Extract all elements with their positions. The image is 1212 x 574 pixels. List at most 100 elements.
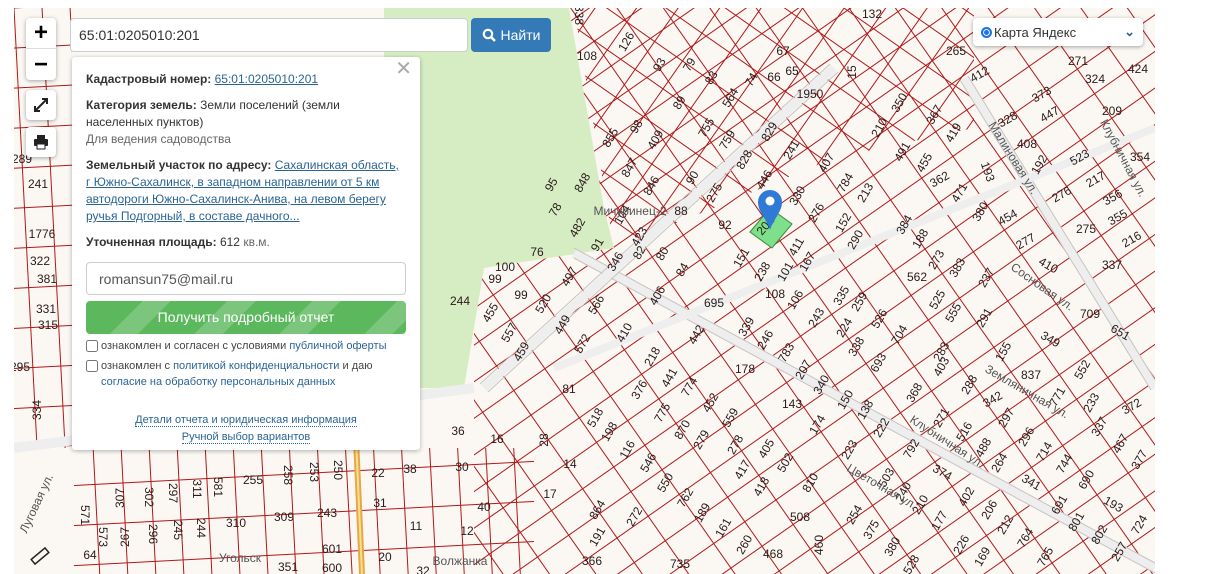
parcel-number[interactable]: 99 bbox=[514, 288, 528, 302]
parcel-number[interactable]: 88 bbox=[674, 204, 688, 218]
parcel-number[interactable]: 600 bbox=[322, 561, 342, 574]
parcel-number[interactable]: 265 bbox=[946, 44, 966, 58]
parcel-number[interactable]: 1776 bbox=[29, 227, 56, 241]
chevron-down-icon: ⌄ bbox=[1124, 24, 1135, 39]
parcel-number[interactable]: 16 bbox=[490, 432, 504, 446]
parcel-number[interactable]: 331 bbox=[36, 302, 56, 316]
parcel-number[interactable]: 735 bbox=[670, 557, 690, 571]
privacy-policy-link[interactable]: политикой конфиденциальности bbox=[173, 360, 339, 372]
report-details-link[interactable]: Детали отчета и юридическая информация bbox=[135, 414, 357, 427]
parcel-number[interactable]: 315 bbox=[38, 318, 58, 332]
parcel-number[interactable]: 253 bbox=[307, 462, 321, 482]
parcel-number[interactable]: 310 bbox=[226, 516, 246, 530]
map-layer-selector[interactable]: Карта Яндекс ⌄ bbox=[973, 18, 1143, 46]
parcel-number[interactable]: 31 bbox=[373, 496, 387, 510]
parcel-number[interactable]: 108 bbox=[577, 49, 597, 63]
parcel-number[interactable]: 241 bbox=[28, 177, 48, 191]
parcel-number[interactable]: 66 bbox=[767, 70, 781, 84]
parcel-number[interactable]: 324 bbox=[1085, 72, 1105, 86]
print-button[interactable] bbox=[26, 127, 56, 157]
find-button[interactable]: Найти bbox=[471, 18, 551, 52]
parcel-number[interactable]: 99 bbox=[488, 272, 502, 286]
parcel-number[interactable]: 17 bbox=[543, 487, 557, 501]
parcel-number[interactable]: 244 bbox=[194, 518, 208, 538]
parcel-number[interactable]: 11 bbox=[410, 519, 423, 533]
parcel-number[interactable]: 307 bbox=[113, 488, 127, 508]
zoom-in-button[interactable]: + bbox=[26, 18, 56, 49]
parcel-number[interactable]: 275 bbox=[1076, 222, 1096, 236]
email-field[interactable] bbox=[86, 262, 406, 295]
parcel-number[interactable]: 571 bbox=[78, 505, 92, 525]
parcel-number[interactable]: 309 bbox=[274, 510, 294, 524]
parcel-number[interactable]: 67 bbox=[776, 44, 790, 58]
parcel-number[interactable]: 76 bbox=[530, 245, 544, 259]
parcel-number[interactable]: 311 bbox=[190, 479, 204, 498]
parcel-number[interactable]: 36 bbox=[451, 424, 465, 438]
parcel-number[interactable]: 250 bbox=[331, 460, 345, 480]
offer-link[interactable]: публичной оферты bbox=[289, 340, 386, 352]
parcel-number[interactable]: 709 bbox=[1080, 307, 1100, 321]
parcel-number[interactable]: 243 bbox=[317, 506, 337, 520]
parcel-number[interactable]: 581 bbox=[211, 477, 225, 497]
cadastral-search-input[interactable] bbox=[70, 18, 468, 52]
parcel-number[interactable]: 22 bbox=[371, 466, 385, 480]
parcel-number[interactable]: 338 bbox=[572, 8, 586, 25]
parcel-number[interactable]: 1950 bbox=[797, 87, 824, 101]
parcel-number[interactable]: 209 bbox=[1102, 104, 1122, 118]
parcel-number[interactable]: 20 bbox=[378, 550, 392, 564]
parcel-number[interactable]: 424 bbox=[1128, 62, 1148, 76]
parcel-number[interactable]: 14 bbox=[563, 457, 577, 471]
parcel-number[interactable]: 143 bbox=[782, 397, 802, 411]
offer-checkbox[interactable] bbox=[86, 340, 98, 352]
parcel-number[interactable]: 244 bbox=[450, 294, 470, 308]
parcel-number[interactable]: 297 bbox=[166, 483, 180, 503]
parcel-number[interactable]: 81 bbox=[562, 382, 576, 396]
parcel-number[interactable]: 38 bbox=[403, 462, 417, 476]
personal-data-link[interactable]: согласие на обработку персональных данны… bbox=[101, 376, 335, 388]
parcel-number[interactable]: 334 bbox=[30, 400, 44, 420]
parcel-number[interactable]: 468 bbox=[763, 547, 783, 561]
parcel-number[interactable]: 460 bbox=[812, 535, 826, 555]
parcel-number[interactable]: 302 bbox=[142, 487, 156, 507]
parcel-number[interactable]: 258 bbox=[281, 465, 295, 485]
parcel-number[interactable]: 573 bbox=[96, 527, 110, 547]
parcel-number[interactable]: 12 bbox=[460, 524, 474, 538]
manual-selection-link[interactable]: Ручной выбор вариантов bbox=[181, 431, 311, 444]
parcel-number[interactable]: 15 bbox=[845, 65, 859, 79]
parcel-number[interactable]: 40 bbox=[477, 500, 491, 514]
parcel-number[interactable]: 108 bbox=[765, 287, 785, 301]
parcel-number[interactable]: 837 bbox=[1021, 368, 1041, 382]
parcel-number[interactable]: 255 bbox=[243, 473, 263, 487]
parcel-number[interactable]: 64 bbox=[83, 548, 97, 562]
ruler-icon[interactable] bbox=[30, 546, 50, 566]
parcel-number[interactable]: 267 bbox=[118, 527, 132, 547]
parcel-number[interactable]: 32 bbox=[416, 564, 430, 574]
parcel-number[interactable]: 178 bbox=[735, 362, 755, 376]
parcel-number[interactable]: 92 bbox=[718, 218, 732, 232]
fullscreen-button[interactable] bbox=[26, 90, 56, 120]
parcel-number[interactable]: 295 bbox=[14, 360, 30, 374]
get-report-button[interactable]: Получить подробный отчет bbox=[86, 301, 406, 334]
parcel-number[interactable]: 322 bbox=[30, 254, 50, 268]
parcel-number[interactable]: 695 bbox=[704, 296, 724, 310]
parcel-number[interactable]: 271 bbox=[1068, 54, 1088, 68]
parcel-number[interactable]: 562 bbox=[907, 270, 927, 284]
parcel-number[interactable]: 351 bbox=[278, 560, 298, 574]
parcel-number[interactable]: 296 bbox=[146, 524, 160, 544]
parcel-number[interactable]: 508 bbox=[790, 510, 810, 524]
parcel-number[interactable]: 132 bbox=[862, 8, 882, 21]
parcel-number[interactable]: 30 bbox=[455, 460, 469, 474]
parcel-number[interactable]: 65 bbox=[785, 64, 799, 78]
parcel-number[interactable]: 381 bbox=[37, 272, 57, 286]
printer-icon bbox=[34, 135, 48, 150]
zoom-out-button[interactable]: − bbox=[26, 49, 56, 80]
parcel-number[interactable]: 245 bbox=[171, 520, 185, 540]
close-icon[interactable]: ✕ bbox=[395, 59, 412, 79]
privacy-checkbox[interactable] bbox=[86, 360, 98, 372]
parcel-number[interactable]: 366 bbox=[582, 554, 602, 568]
parcel-number[interactable]: 28 bbox=[537, 433, 551, 447]
parcel-number[interactable]: 601 bbox=[322, 542, 342, 556]
parcel-number[interactable]: 337 bbox=[1102, 258, 1122, 272]
parcel-number[interactable]: 408 bbox=[1017, 137, 1037, 151]
cadastral-number-link[interactable]: 65:01:0205010:201 bbox=[215, 72, 318, 86]
